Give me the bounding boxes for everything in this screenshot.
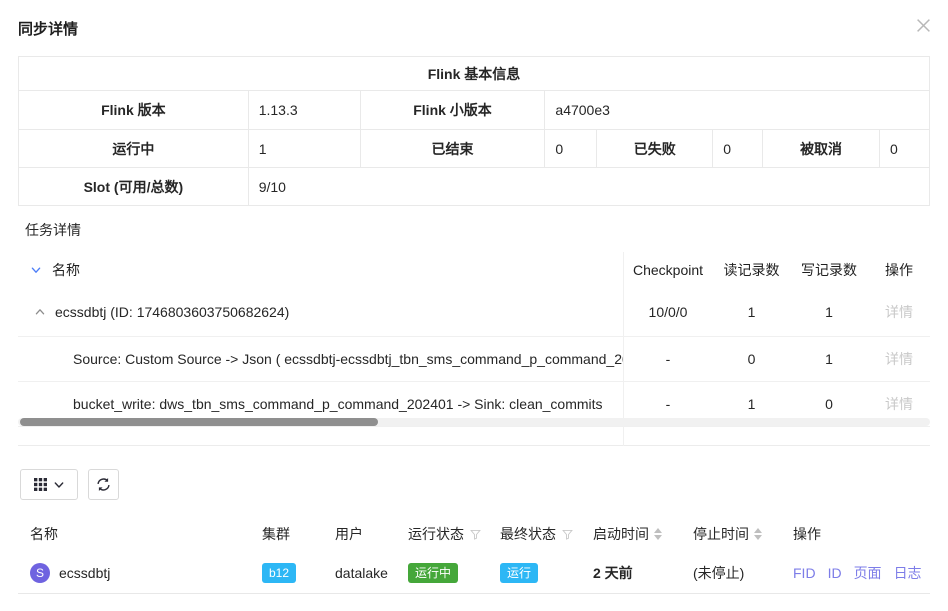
flink-info-table: Flink 基本信息 Flink 版本 1.13.3 Flink 小版本 a47… [18,56,930,206]
toolbar [20,469,119,500]
task-table-header: 名称 Checkpoint 读记录数 写记录数 操作 [18,252,930,288]
canceled-value: 0 [879,130,929,168]
start-time-value: 2 天前 [593,563,633,583]
column-settings-button[interactable] [20,469,78,500]
stop-time-value: (未停止) [693,563,744,583]
final-status-badge: 运行 [500,563,538,583]
id-link[interactable]: ID [828,565,842,581]
task-name: Source: Custom Source -> Json ( ecssdbtj… [73,351,623,367]
horizontal-scrollbar[interactable] [18,418,930,426]
jobs-col-cluster: 集群 [250,524,323,544]
slot-label: Slot (可用/总数) [19,168,249,206]
stop-time-label: 停止时间 [693,524,749,544]
chevron-up-icon[interactable] [34,306,46,318]
flink-info-caption: Flink 基本信息 [19,57,930,91]
task-col-checkpoint: Checkpoint [623,262,713,278]
flink-version-label: Flink 版本 [19,91,249,130]
jobs-col-stop-time[interactable]: 停止时间 [681,524,781,544]
scrollbar-thumb[interactable] [20,418,378,426]
grid-icon [34,478,47,491]
run-status-badge: 运行中 [408,563,458,583]
refresh-button[interactable] [88,469,119,500]
task-col-name-label: 名称 [52,260,80,280]
task-checkpoint: - [623,351,713,367]
running-label: 运行中 [19,130,249,168]
task-name-cell: ecssdbtj (ID: 1746803603750682624) [18,304,623,320]
table-row: Source: Custom Source -> Json ( ecssdbtj… [18,337,930,382]
jobs-col-ops: 操作 [781,524,930,544]
sort-icon[interactable] [754,528,762,540]
filter-icon[interactable] [562,529,573,540]
task-col-name: 名称 [18,260,623,280]
table-row: S ecssdbtj b12 datalake 运行中 运行 2 天前 (未停止… [18,552,930,594]
task-col-write: 写记录数 [790,260,868,280]
job-name: ecssdbtj [59,565,110,581]
fixed-column-divider [623,252,624,446]
running-value: 1 [248,130,360,168]
final-status-label: 最终状态 [500,524,556,544]
filter-icon[interactable] [470,529,481,540]
refresh-icon [96,477,111,492]
jobs-table: 名称 集群 用户 运行状态 最终状态 启动时间 停止时间 [18,516,930,594]
start-time-label: 启动时间 [593,524,649,544]
task-name: ecssdbtj (ID: 1746803603750682624) [55,304,289,320]
log-link[interactable]: 日志 [894,563,922,583]
jobs-col-start-time[interactable]: 启动时间 [581,524,681,544]
jobs-col-name: 名称 [18,524,250,544]
job-user: datalake [335,565,388,581]
flink-minor-version-label: Flink 小版本 [360,91,545,130]
run-status-label: 运行状态 [408,524,464,544]
jobs-table-header: 名称 集群 用户 运行状态 最终状态 启动时间 停止时间 [18,516,930,552]
jobs-col-run-status[interactable]: 运行状态 [396,524,488,544]
task-details-title: 任务详情 [25,220,81,240]
jobs-col-user: 用户 [323,524,396,544]
task-read-count: 0 [713,351,790,367]
task-name: bucket_write: dws_tbn_sms_command_p_comm… [73,396,603,412]
task-write-count: 0 [790,396,868,412]
close-icon[interactable] [915,17,931,33]
task-write-count: 1 [790,351,868,367]
task-read-count: 1 [713,396,790,412]
avatar: S [30,563,50,583]
flink-version-value: 1.13.3 [248,91,360,130]
canceled-label: 被取消 [763,130,880,168]
page-link[interactable]: 页面 [854,563,882,583]
sort-icon[interactable] [654,528,662,540]
finished-value: 0 [545,130,597,168]
flink-minor-version-value: a4700e3 [545,91,930,130]
table-row: ecssdbtj (ID: 1746803603750682624) 10/0/… [18,288,930,337]
failed-label: 已失败 [597,130,713,168]
finished-label: 已结束 [360,130,545,168]
task-checkpoint: - [623,396,713,412]
jobs-col-final-status[interactable]: 最终状态 [488,524,581,544]
fid-link[interactable]: FID [793,565,816,581]
details-link[interactable]: 详情 [885,396,913,412]
chevron-down-icon [54,480,64,490]
task-write-count: 1 [790,304,868,320]
task-col-read: 读记录数 [713,260,790,280]
chevron-down-icon[interactable] [30,264,42,276]
slot-value: 9/10 [248,168,929,206]
task-read-count: 1 [713,304,790,320]
page-title: 同步详情 [18,18,78,39]
details-link[interactable]: 详情 [885,304,913,320]
sync-details-dialog: 同步详情 Flink 基本信息 Flink 版本 1.13.3 Flink 小版… [0,0,948,611]
details-link[interactable]: 详情 [885,351,913,367]
task-table: 名称 Checkpoint 读记录数 写记录数 操作 ecssdbtj (ID:… [18,252,930,446]
cluster-badge: b12 [262,563,296,583]
failed-value: 0 [713,130,763,168]
task-checkpoint: 10/0/0 [623,304,713,320]
task-col-ops: 操作 [868,260,930,280]
